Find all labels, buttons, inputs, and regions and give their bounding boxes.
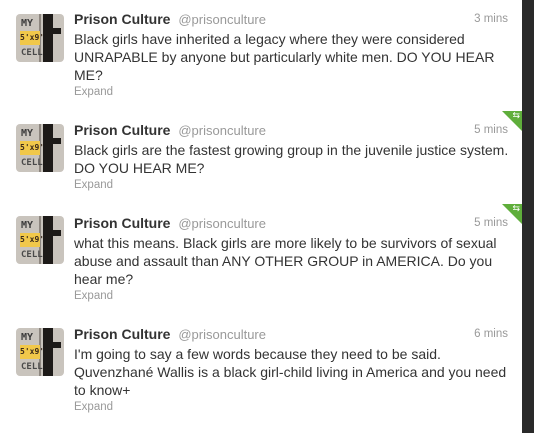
avatar-bottom-text: CELL (21, 158, 43, 168)
avatar[interactable]: MY 5'x9' CELL (16, 328, 64, 376)
avatar-figure-arm (49, 138, 61, 144)
avatar[interactable]: MY 5'x9' CELL (16, 14, 64, 62)
scroll-gutter[interactable] (522, 0, 534, 433)
expand-link[interactable]: Expand (74, 86, 113, 98)
avatar-size-text: 5'x9' (20, 31, 44, 45)
tweet-text: Black girls have inherited a legacy wher… (74, 31, 495, 83)
tweet-timestamp[interactable]: 6 mins (474, 328, 508, 340)
avatar-bottom-text: CELL (21, 362, 43, 372)
avatar-figure (43, 216, 53, 264)
expand-link[interactable]: Expand (74, 290, 113, 302)
tweet-text: Black girls are the fastest growing grou… (74, 142, 509, 176)
tweet-item[interactable]: MY 5'x9' CELL Prison Culture @prisoncult… (0, 315, 522, 433)
author-handle[interactable]: @prisonculture (178, 12, 266, 27)
tweet-author[interactable]: Prison Culture @prisonculture (74, 11, 266, 27)
avatar-figure (43, 14, 53, 62)
author-handle[interactable]: @prisonculture (178, 327, 266, 342)
author-handle[interactable]: @prisonculture (178, 216, 266, 231)
author-name[interactable]: Prison Culture (74, 122, 170, 138)
avatar-figure-arm (49, 28, 61, 34)
avatar-bottom-text: CELL (21, 250, 43, 260)
tweet-item[interactable]: ⇆ MY 5'x9' CELL Prison Culture @prisoncu… (0, 111, 522, 205)
author-name[interactable]: Prison Culture (74, 11, 170, 27)
retweet-icon: ⇆ (512, 204, 520, 214)
avatar-bottom-text: CELL (21, 48, 43, 58)
expand-link[interactable]: Expand (74, 179, 113, 191)
tweet-timestamp[interactable]: 3 mins (474, 13, 508, 25)
author-name[interactable]: Prison Culture (74, 326, 170, 342)
avatar-figure-arm (49, 230, 61, 236)
tweet-timestamp[interactable]: 5 mins (474, 217, 508, 229)
avatar[interactable]: MY 5'x9' CELL (16, 124, 64, 172)
avatar-size-text: 5'x9' (20, 141, 44, 155)
tweet-text: what this means. Black girls are more li… (74, 235, 497, 287)
tweet-timestamp[interactable]: 5 mins (474, 124, 508, 136)
avatar-figure (43, 124, 53, 172)
author-name[interactable]: Prison Culture (74, 215, 170, 231)
author-handle[interactable]: @prisonculture (178, 123, 266, 138)
avatar-top-text: MY (21, 18, 34, 29)
tweet-timeline: MY 5'x9' CELL Prison Culture @prisoncult… (0, 0, 522, 433)
retweet-icon: ⇆ (512, 111, 520, 121)
avatar-top-text: MY (21, 220, 34, 231)
avatar-figure-arm (49, 342, 61, 348)
avatar-top-text: MY (21, 332, 34, 343)
expand-link[interactable]: Expand (74, 401, 113, 413)
avatar-size-text: 5'x9' (20, 233, 44, 247)
tweet-item[interactable]: ⇆ MY 5'x9' CELL Prison Culture @prisoncu… (0, 204, 522, 316)
tweet-text: I'm going to say a few words because the… (74, 346, 507, 398)
avatar[interactable]: MY 5'x9' CELL (16, 216, 64, 264)
tweet-author[interactable]: Prison Culture @prisonculture (74, 122, 266, 138)
tweet-item[interactable]: MY 5'x9' CELL Prison Culture @prisoncult… (0, 0, 522, 112)
avatar-size-text: 5'x9' (20, 345, 44, 359)
tweet-author[interactable]: Prison Culture @prisonculture (74, 215, 266, 231)
tweet-author[interactable]: Prison Culture @prisonculture (74, 326, 266, 342)
avatar-top-text: MY (21, 128, 34, 139)
avatar-figure (43, 328, 53, 376)
